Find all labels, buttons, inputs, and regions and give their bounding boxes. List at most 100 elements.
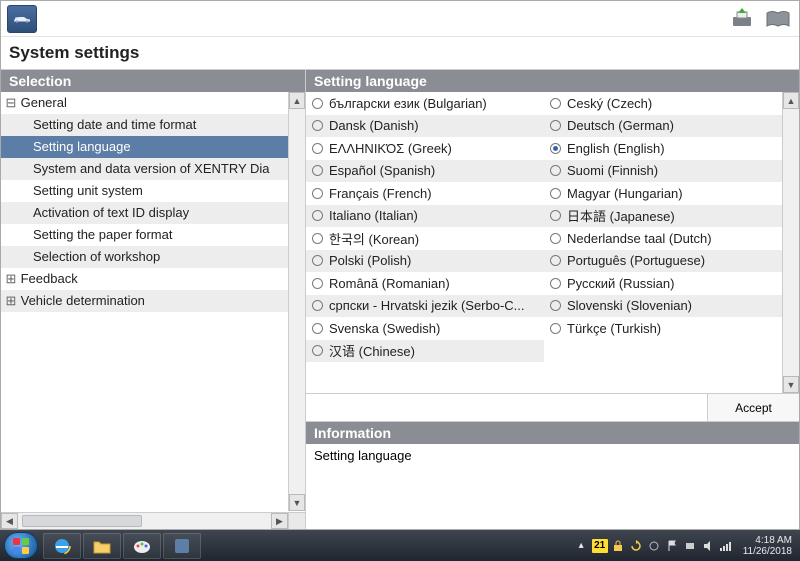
- scroll-up-icon[interactable]: ▲: [289, 92, 305, 109]
- start-button[interactable]: [4, 532, 38, 559]
- radio-icon: [312, 300, 323, 311]
- tree-item[interactable]: Setting unit system: [1, 180, 305, 202]
- radio-icon: [550, 143, 561, 154]
- accept-button[interactable]: Accept: [707, 394, 799, 421]
- language-label: 한국의 (Korean): [329, 229, 419, 248]
- tree-twisty-icon[interactable]: ⊞: [5, 268, 17, 290]
- tree-vscrollbar[interactable]: ▲ ▼: [288, 92, 305, 511]
- tree-group[interactable]: ⊞ Vehicle determination: [1, 290, 305, 312]
- language-label: Dansk (Danish): [329, 118, 419, 133]
- language-option[interactable]: Slovenski (Slovenian): [544, 295, 782, 318]
- tree-twisty-icon[interactable]: ⊞: [5, 290, 17, 312]
- tree-item[interactable]: Activation of text ID display: [1, 202, 305, 224]
- language-option[interactable]: српски - Hrvatski jezik (Serbo-C...: [306, 295, 544, 318]
- tray-volume-icon[interactable]: [701, 538, 716, 553]
- radio-icon: [550, 120, 561, 131]
- language-option[interactable]: Magyar (Hungarian): [544, 182, 782, 205]
- language-row: Svenska (Swedish)Türkçe (Turkish): [306, 317, 782, 340]
- tray-day-badge[interactable]: 21: [592, 539, 608, 553]
- lang-vscrollbar[interactable]: ▲ ▼: [782, 92, 799, 393]
- tree-label: Setting language: [33, 139, 131, 154]
- scroll-down-icon[interactable]: ▼: [783, 376, 799, 393]
- book-icon: [765, 9, 791, 29]
- language-option[interactable]: English (English): [544, 137, 782, 160]
- language-option[interactable]: 汉语 (Chinese): [306, 340, 544, 363]
- hscroll-thumb[interactable]: [22, 515, 142, 527]
- language-option[interactable]: Español (Spanish): [306, 160, 544, 183]
- tray-chevron-icon[interactable]: ▴: [574, 538, 589, 553]
- language-option[interactable]: Français (French): [306, 182, 544, 205]
- taskbar-explorer[interactable]: [83, 533, 121, 559]
- tree-item[interactable]: Setting the paper format: [1, 224, 305, 246]
- top-toolbar: [1, 1, 799, 37]
- tray-usb-icon[interactable]: [647, 538, 662, 553]
- printer-icon: [730, 8, 754, 30]
- tree-twisty-icon[interactable]: ⊟: [5, 92, 17, 114]
- page-title: System settings: [1, 37, 799, 69]
- language-option[interactable]: Italiano (Italian): [306, 205, 544, 228]
- scroll-right-icon[interactable]: ▶: [271, 513, 288, 529]
- radio-icon: [550, 300, 561, 311]
- print-button[interactable]: [727, 6, 757, 32]
- system-tray: ▴ 21 4:18 AM 11/26/2018: [574, 535, 796, 557]
- tray-network-icon[interactable]: [683, 538, 698, 553]
- taskbar-app[interactable]: [163, 533, 201, 559]
- information-body: Setting language: [306, 444, 799, 529]
- language-row: 汉语 (Chinese): [306, 340, 544, 363]
- language-option[interactable]: Polski (Polish): [306, 250, 544, 273]
- language-option[interactable]: Português (Portuguese): [544, 250, 782, 273]
- taskbar-clock[interactable]: 4:18 AM 11/26/2018: [743, 535, 792, 557]
- tree-item[interactable]: Setting language: [1, 136, 305, 158]
- language-option[interactable]: Deutsch (German): [544, 115, 782, 138]
- vehicle-button[interactable]: [7, 5, 37, 33]
- tree-item[interactable]: Setting date and time format: [1, 114, 305, 136]
- language-option[interactable]: Română (Romanian): [306, 272, 544, 295]
- language-option[interactable]: Dansk (Danish): [306, 115, 544, 138]
- car-icon: [12, 13, 32, 25]
- taskbar-ie[interactable]: [43, 533, 81, 559]
- language-label: Suomi (Finnish): [567, 163, 658, 178]
- tray-lock-icon[interactable]: [611, 538, 626, 553]
- scroll-up-icon[interactable]: ▲: [783, 92, 799, 109]
- language-row: Dansk (Danish) Deutsch (German): [306, 115, 782, 138]
- radio-icon: [550, 278, 561, 289]
- language-option[interactable]: Türkçe (Turkish): [544, 317, 782, 340]
- scroll-left-icon[interactable]: ◀: [1, 513, 18, 529]
- language-label: български език (Bulgarian): [329, 96, 487, 111]
- tree-item[interactable]: Selection of workshop: [1, 246, 305, 268]
- tray-flag-icon[interactable]: [665, 538, 680, 553]
- language-option[interactable]: Русский (Russian): [544, 272, 782, 295]
- language-option[interactable]: Suomi (Finnish): [544, 160, 782, 183]
- tree-item[interactable]: System and data version of XENTRY Dia: [1, 158, 305, 180]
- selection-tree: ⊟ General Setting date and time format S…: [1, 92, 305, 529]
- radio-icon: [312, 323, 323, 334]
- language-option[interactable]: ΕΛΛΗΝΙΚΌΣ (Greek): [306, 137, 544, 160]
- language-option[interactable]: 한국의 (Korean): [306, 227, 544, 250]
- language-grid: български език (Bulgarian) Ceský (Czech) D…: [306, 92, 799, 393]
- language-label: Русский (Russian): [567, 276, 674, 291]
- tray-refresh-icon[interactable]: [629, 538, 644, 553]
- palette-icon: [132, 536, 152, 556]
- language-row: български език (Bulgarian) Ceský (Czech): [306, 92, 782, 115]
- language-label: Ceský (Czech): [567, 96, 652, 111]
- language-label: Slovenski (Slovenian): [567, 298, 692, 313]
- tree-group[interactable]: ⊞ Feedback: [1, 268, 305, 290]
- radio-icon: [550, 210, 561, 221]
- language-option[interactable]: Svenska (Swedish): [306, 317, 544, 340]
- folder-icon: [92, 537, 112, 555]
- language-label: Deutsch (German): [567, 118, 674, 133]
- windows-logo-icon: [12, 537, 30, 555]
- language-option[interactable]: 日本語 (Japanese): [544, 205, 782, 228]
- language-option[interactable]: Nederlandse taal (Dutch): [544, 227, 782, 250]
- manual-button[interactable]: [763, 6, 793, 32]
- scroll-down-icon[interactable]: ▼: [289, 494, 305, 511]
- tray-wifi-icon[interactable]: [719, 538, 734, 553]
- tree-hscrollbar[interactable]: ◀ ▶: [1, 512, 288, 529]
- language-panel: Setting language български език (Bulgari…: [306, 70, 799, 529]
- tree-group[interactable]: ⊟ General: [1, 92, 305, 114]
- language-option[interactable]: български език (Bulgarian): [306, 92, 544, 115]
- language-option[interactable]: Ceský (Czech): [544, 92, 782, 115]
- taskbar-date: 11/26/2018: [743, 546, 792, 557]
- taskbar-paint[interactable]: [123, 533, 161, 559]
- radio-icon: [312, 98, 323, 109]
